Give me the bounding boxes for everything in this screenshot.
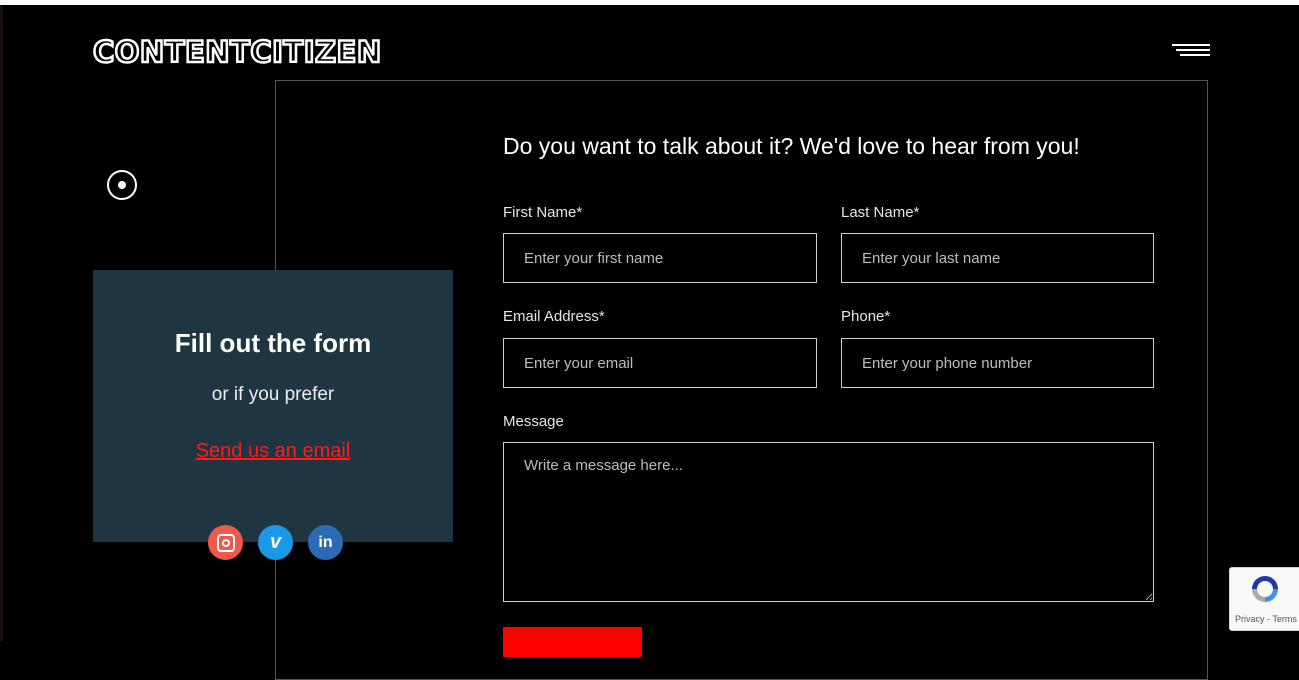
instagram-glyph bbox=[216, 533, 235, 552]
recaptcha-badge[interactable]: Privacy - Terms bbox=[1229, 567, 1299, 631]
hamburger-menu-icon[interactable] bbox=[1170, 42, 1210, 60]
first-name-input[interactable] bbox=[503, 233, 817, 283]
recaptcha-footer[interactable]: Privacy - Terms bbox=[1235, 614, 1297, 624]
instagram-icon[interactable] bbox=[208, 525, 243, 560]
menu-line bbox=[1172, 44, 1210, 46]
form-heading: Do you want to talk about it? We'd love … bbox=[503, 133, 1080, 159]
email-input[interactable] bbox=[503, 338, 817, 388]
vimeo-icon[interactable]: v bbox=[258, 525, 293, 560]
social-links: v in bbox=[208, 525, 348, 561]
top-border bbox=[0, 0, 1299, 5]
last-name-label: Last Name* bbox=[841, 204, 920, 221]
contact-info-card: Fill out the form or if you prefer Send … bbox=[93, 270, 453, 542]
scroll-indicator-icon[interactable] bbox=[107, 170, 137, 200]
site-logo[interactable]: CONTENTCITIZEN bbox=[92, 35, 383, 70]
menu-line bbox=[1180, 54, 1210, 56]
linkedin-icon[interactable]: in bbox=[308, 525, 343, 560]
email-label: Email Address* bbox=[503, 308, 605, 325]
last-name-input[interactable] bbox=[841, 233, 1154, 283]
card-title: Fill out the form bbox=[174, 328, 372, 358]
submit-button[interactable] bbox=[503, 627, 642, 657]
card-subtitle: or if you prefer bbox=[211, 384, 335, 405]
message-label: Message bbox=[503, 413, 564, 430]
send-email-link[interactable]: Send us an email bbox=[93, 440, 453, 463]
phone-label: Phone* bbox=[841, 308, 891, 325]
message-textarea[interactable] bbox=[503, 442, 1154, 602]
recaptcha-icon bbox=[1252, 576, 1278, 602]
phone-input[interactable] bbox=[841, 338, 1154, 388]
menu-line bbox=[1176, 49, 1210, 51]
first-name-label: First Name* bbox=[503, 204, 583, 221]
left-edge bbox=[0, 5, 3, 641]
